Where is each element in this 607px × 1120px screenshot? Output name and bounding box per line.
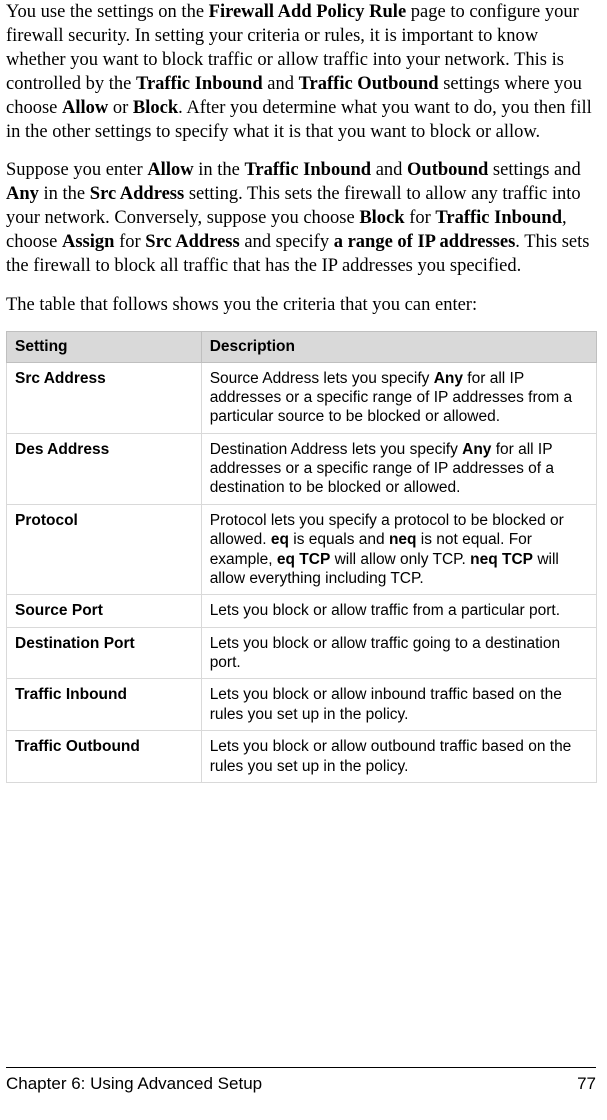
column-header-description: Description bbox=[201, 331, 596, 362]
intro-paragraph-2: Suppose you enter Allow in the Traffic I… bbox=[6, 158, 597, 278]
bold-text: Traffic Outbound bbox=[299, 74, 439, 94]
bold-text: Src Address bbox=[90, 184, 184, 204]
bold-text: Traffic Inbound bbox=[435, 208, 562, 228]
bold-text: neq bbox=[389, 531, 417, 548]
page-content: You use the settings on the Firewall Add… bbox=[0, 0, 607, 783]
bold-text: Any bbox=[6, 184, 39, 204]
bold-text: Assign bbox=[62, 232, 114, 252]
text: Lets you block or allow outbound traffic… bbox=[210, 738, 572, 774]
text: in the bbox=[39, 184, 90, 204]
text: is equals and bbox=[289, 531, 389, 548]
text: Lets you block or allow traffic from a p… bbox=[210, 602, 560, 619]
setting-name-cell: Protocol bbox=[7, 504, 202, 595]
table-row: Des Address Destination Address lets you… bbox=[7, 433, 597, 504]
setting-name-cell: Traffic Outbound bbox=[7, 731, 202, 783]
table-row: Traffic Outbound Lets you block or allow… bbox=[7, 731, 597, 783]
bold-text: neq TCP bbox=[470, 551, 533, 568]
setting-desc-cell: Lets you block or allow outbound traffic… bbox=[201, 731, 596, 783]
text: or bbox=[108, 98, 133, 118]
setting-name-cell: Src Address bbox=[7, 362, 202, 433]
bold-text: Block bbox=[133, 98, 178, 118]
text: in the bbox=[194, 160, 245, 180]
bold-text: Src Address bbox=[145, 232, 239, 252]
table-row: Src Address Source Address lets you spec… bbox=[7, 362, 597, 433]
text: and specify bbox=[240, 232, 334, 252]
text: Suppose you enter bbox=[6, 160, 147, 180]
intro-paragraph-3: The table that follows shows you the cri… bbox=[6, 293, 597, 317]
bold-text: Block bbox=[359, 208, 404, 228]
table-header-row: Setting Description bbox=[7, 331, 597, 362]
table-row: Traffic Inbound Lets you block or allow … bbox=[7, 679, 597, 731]
bold-text: eq bbox=[271, 531, 289, 548]
intro-paragraph-1: You use the settings on the Firewall Add… bbox=[6, 0, 597, 144]
setting-desc-cell: Lets you block or allow inbound traffic … bbox=[201, 679, 596, 731]
text: Lets you block or allow inbound traffic … bbox=[210, 686, 562, 722]
setting-name-cell: Destination Port bbox=[7, 627, 202, 679]
column-header-setting: Setting bbox=[7, 331, 202, 362]
text: and bbox=[371, 160, 407, 180]
bold-text: Firewall Add Policy Rule bbox=[209, 2, 407, 22]
table-row: Destination Port Lets you block or allow… bbox=[7, 627, 597, 679]
text: for bbox=[405, 208, 436, 228]
text: will allow only TCP. bbox=[330, 551, 470, 568]
bold-text: Any bbox=[434, 370, 463, 387]
bold-text: Allow bbox=[147, 160, 193, 180]
footer-chapter: Chapter 6: Using Advanced Setup bbox=[6, 1074, 262, 1094]
bold-text: Traffic Inbound bbox=[136, 74, 263, 94]
bold-text: Any bbox=[462, 441, 491, 458]
text: Destination Address lets you specify bbox=[210, 441, 462, 458]
setting-desc-cell: Protocol lets you specify a protocol to … bbox=[201, 504, 596, 595]
setting-name-cell: Source Port bbox=[7, 595, 202, 627]
setting-desc-cell: Lets you block or allow traffic from a p… bbox=[201, 595, 596, 627]
setting-name-cell: Traffic Inbound bbox=[7, 679, 202, 731]
table-row: Source Port Lets you block or allow traf… bbox=[7, 595, 597, 627]
text: settings and bbox=[488, 160, 581, 180]
bold-text: eq TCP bbox=[277, 551, 330, 568]
footer-page-number: 77 bbox=[577, 1074, 596, 1094]
text: Source Address lets you specify bbox=[210, 370, 434, 387]
setting-desc-cell: Destination Address lets you specify Any… bbox=[201, 433, 596, 504]
setting-desc-cell: Lets you block or allow traffic going to… bbox=[201, 627, 596, 679]
bold-text: Outbound bbox=[407, 160, 488, 180]
setting-name-cell: Des Address bbox=[7, 433, 202, 504]
bold-text: Traffic Inbound bbox=[244, 160, 371, 180]
text: You use the settings on the bbox=[6, 2, 209, 22]
page-footer: Chapter 6: Using Advanced Setup 77 bbox=[6, 1067, 596, 1094]
table-row: Protocol Protocol lets you specify a pro… bbox=[7, 504, 597, 595]
text: and bbox=[263, 74, 299, 94]
text: Lets you block or allow traffic going to… bbox=[210, 635, 560, 671]
text: for bbox=[114, 232, 145, 252]
criteria-table: Setting Description Src Address Source A… bbox=[6, 331, 597, 783]
bold-text: Allow bbox=[62, 98, 108, 118]
setting-desc-cell: Source Address lets you specify Any for … bbox=[201, 362, 596, 433]
bold-text: a range of IP addresses bbox=[334, 232, 516, 252]
